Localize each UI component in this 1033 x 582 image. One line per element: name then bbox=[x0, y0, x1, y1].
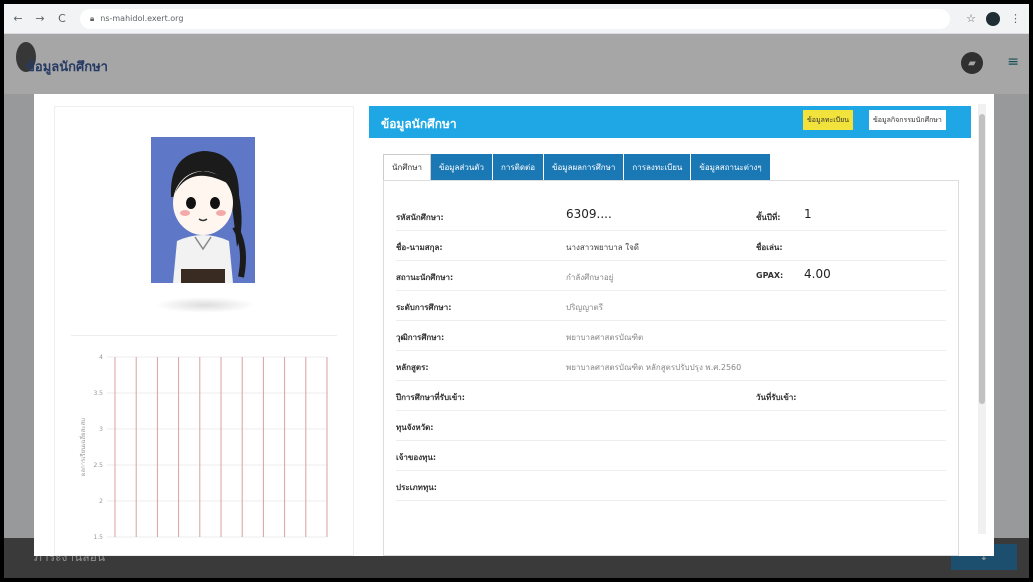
field-value: 6309.... bbox=[566, 207, 612, 221]
field-label: ชื่อ-นามสกุล: bbox=[396, 243, 443, 252]
tab-grades[interactable]: ข้อมูลผลการศึกษา bbox=[544, 154, 625, 180]
toolbar-right: ☆ ⋮ bbox=[966, 11, 1021, 26]
modal-scrollbar[interactable] bbox=[978, 104, 986, 534]
forward-icon[interactable]: → bbox=[32, 12, 48, 25]
field-row: รหัสนักศึกษา: 6309.... ชั้นปีที่: 1 bbox=[396, 201, 946, 231]
y-tick-label: 1.5 bbox=[93, 534, 103, 541]
field-label: เจ้าของทุน: bbox=[396, 453, 437, 462]
field-label-secondary: GPAX: bbox=[756, 271, 784, 280]
field-label: สถานะนักศึกษา: bbox=[396, 273, 454, 282]
field-value: พยาบาลศาสตรบัณฑิต bbox=[566, 333, 644, 342]
field-value-secondary: 1 bbox=[804, 207, 812, 221]
field-label: ทุนจังหวัด: bbox=[396, 423, 434, 432]
profile-avatar[interactable] bbox=[986, 11, 1000, 26]
y-tick-label: 2.5 bbox=[93, 462, 103, 469]
field-row: ปีการศึกษาที่รับเข้า: วันที่รับเข้า: bbox=[396, 381, 946, 411]
y-axis-label: ผลการเรียนเฉลี่ยสะสม bbox=[79, 418, 87, 476]
gpa-chart: ผลการเรียนเฉลี่ยสะสม 4 3.5 3 2.5 2 1.5 bbox=[79, 354, 328, 541]
browser-toolbar: ← → C 🔒︎ ns-mahidol.exert.org ☆ ⋮ bbox=[4, 4, 1029, 34]
profile-card: ผลการเรียนเฉลี่ยสะสม 4 3.5 3 2.5 2 1.5 bbox=[54, 106, 354, 556]
field-label-secondary: วันที่รับเข้า: bbox=[756, 393, 797, 402]
field-label: ระดับการศึกษา: bbox=[396, 303, 452, 312]
field-row: ประเภททุน: bbox=[396, 471, 946, 501]
tab-status[interactable]: ข้อมูลสถานะต่างๆ bbox=[691, 154, 771, 180]
reload-icon[interactable]: C bbox=[54, 12, 70, 25]
registration-info-button[interactable]: ข้อมูลทะเบียน bbox=[803, 110, 853, 130]
screen: ← → C 🔒︎ ns-mahidol.exert.org ☆ ⋮ ข้อมูล… bbox=[4, 4, 1029, 578]
field-row: เจ้าของทุน: bbox=[396, 441, 946, 471]
back-icon[interactable]: ← bbox=[10, 12, 26, 25]
url-text: ns-mahidol.exert.org bbox=[100, 14, 184, 23]
field-row: ทุนจังหวัด: bbox=[396, 411, 946, 441]
scrollbar-thumb[interactable] bbox=[979, 114, 985, 404]
y-tick-label: 3 bbox=[99, 426, 103, 433]
field-value: กำลังศึกษาอยู่ bbox=[566, 273, 614, 282]
field-row: สถานะนักศึกษา: กำลังศึกษาอยู่ GPAX: 4.00 bbox=[396, 261, 946, 291]
star-icon[interactable]: ☆ bbox=[966, 12, 976, 25]
y-tick-label: 3.5 bbox=[93, 390, 103, 397]
field-value: พยาบาลศาสตรบัณฑิต หลักสูตรปรับปรุง พ.ศ.2… bbox=[566, 363, 742, 372]
info-body: รหัสนักศึกษา: 6309.... ชั้นปีที่: 1 ชื่อ… bbox=[383, 180, 959, 556]
page: ข้อมูลนักศึกษา ▰ ≡ ภาระงานสอน ↓ ผลการเรี… bbox=[4, 34, 1029, 578]
field-label: หลักสูตร: bbox=[396, 363, 429, 372]
tab-personal[interactable]: ข้อมูลส่วนตัว bbox=[431, 154, 493, 180]
info-header: ข้อมูลนักศึกษา ข้อมูลทะเบียน ข้อมูลกิจกร… bbox=[369, 106, 971, 138]
student-modal: ผลการเรียนเฉลี่ยสะสม 4 3.5 3 2.5 2 1.5 ข้อมูลน… bbox=[34, 94, 994, 556]
field-label: ปีการศึกษาที่รับเข้า: bbox=[396, 393, 465, 402]
field-row: ระดับการศึกษา: ปริญญาตรี bbox=[396, 291, 946, 321]
y-tick-label: 4 bbox=[99, 354, 103, 361]
student-activity-button[interactable]: ข้อมูลกิจกรรมนักศึกษา bbox=[869, 110, 946, 130]
student-photo bbox=[151, 137, 255, 283]
field-value: นางสาวพยาบาล ใจดี bbox=[566, 243, 639, 252]
tab-contact[interactable]: การติดต่อ bbox=[492, 154, 545, 180]
y-tick-label: 2 bbox=[99, 498, 103, 505]
address-bar[interactable]: 🔒︎ ns-mahidol.exert.org bbox=[80, 8, 950, 29]
field-row: หลักสูตร: พยาบาลศาสตรบัณฑิต หลักสูตรปรับ… bbox=[396, 351, 946, 381]
field-row: ชื่อ-นามสกุล: นางสาวพยาบาล ใจดี ชื่อเล่น… bbox=[396, 231, 946, 261]
lock-icon: 🔒︎ bbox=[90, 13, 95, 23]
field-value: ปริญญาตรี bbox=[566, 303, 603, 312]
field-label: ประเภททุน: bbox=[396, 483, 437, 492]
field-label-secondary: ชั้นปีที่: bbox=[756, 213, 781, 222]
info-tabs: นักศึกษา ข้อมูลส่วนตัว การติดต่อ ข้อมูลผ… bbox=[383, 154, 771, 180]
student-cartoon-image bbox=[151, 137, 255, 283]
field-value-secondary: 4.00 bbox=[804, 267, 831, 281]
dots-vertical-icon[interactable]: ⋮ bbox=[1010, 12, 1021, 25]
info-title: ข้อมูลนักศึกษา bbox=[381, 117, 457, 131]
field-row: วุฒิการศึกษา: พยาบาลศาสตรบัณฑิต bbox=[396, 321, 946, 351]
field-label: รหัสนักศึกษา: bbox=[396, 213, 444, 222]
tab-student[interactable]: นักศึกษา bbox=[383, 154, 431, 180]
field-label: วุฒิการศึกษา: bbox=[396, 333, 445, 342]
student-info-card: ข้อมูลนักศึกษา ข้อมูลทะเบียน ข้อมูลกิจกร… bbox=[369, 106, 971, 556]
tab-registration[interactable]: การลงทะเบียน bbox=[624, 154, 692, 180]
profile-divider bbox=[71, 335, 337, 336]
field-label-secondary: ชื่อเล่น: bbox=[756, 243, 783, 252]
photo-shadow bbox=[155, 297, 255, 313]
